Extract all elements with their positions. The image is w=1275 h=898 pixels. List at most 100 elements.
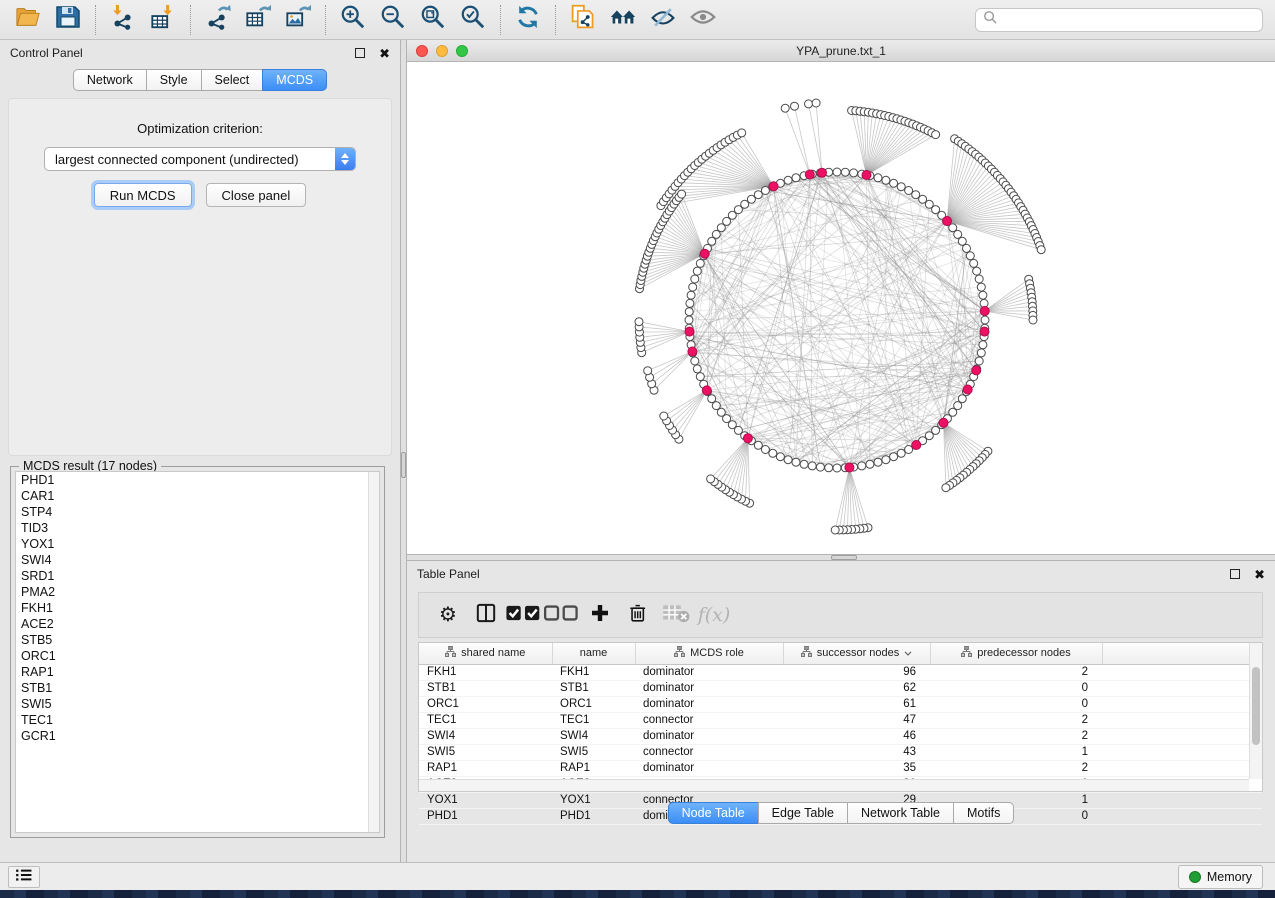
table-row[interactable]: RAP1RAP1dominator352 <box>419 760 1262 776</box>
close-panel-button[interactable]: Close panel <box>206 183 307 207</box>
mcds-node[interactable] <box>685 327 694 336</box>
float-table-panel-icon[interactable] <box>1230 569 1240 579</box>
column-header-shared-name[interactable]: shared name <box>419 643 552 664</box>
mcds-node-item[interactable]: PMA2 <box>16 584 379 600</box>
mcds-node[interactable] <box>943 217 952 226</box>
mcds-node-item[interactable]: ORC1 <box>16 648 379 664</box>
network-canvas[interactable] <box>407 62 1275 554</box>
mcds-node[interactable] <box>702 386 711 395</box>
tab-node-table[interactable]: Node Table <box>668 802 759 824</box>
leaf-node[interactable] <box>781 104 789 112</box>
settings-gear-button[interactable]: ⚙ <box>429 597 467 633</box>
column-header-successor-nodes[interactable]: successor nodes <box>783 643 930 664</box>
network-node[interactable] <box>874 174 882 182</box>
network-node[interactable] <box>882 176 890 184</box>
leaf-node[interactable] <box>812 99 820 107</box>
column-menu-chevron-icon[interactable] <box>904 647 912 659</box>
network-node[interactable] <box>708 395 716 403</box>
tab-motifs[interactable]: Motifs <box>953 802 1014 824</box>
horizontal-splitter-handle[interactable] <box>831 555 857 560</box>
network-node[interactable] <box>966 252 974 260</box>
mcds-result-list[interactable]: PHD1CAR1STP4TID3YOX1SWI4SRD1PMA2FKH1ACE2… <box>15 471 380 833</box>
tab-network-table[interactable]: Network Table <box>847 802 954 824</box>
mcds-node-item[interactable]: STB1 <box>16 680 379 696</box>
network-node[interactable] <box>754 191 762 199</box>
network-node[interactable] <box>897 449 905 457</box>
network-node[interactable] <box>979 291 987 299</box>
mcds-node[interactable] <box>980 307 989 316</box>
network-node[interactable] <box>784 456 792 464</box>
tab-style[interactable]: Style <box>146 69 202 91</box>
zoom-in-button[interactable] <box>333 4 373 36</box>
network-node[interactable] <box>691 357 699 365</box>
show-all-button[interactable] <box>683 4 723 36</box>
mcds-node-item[interactable]: TID3 <box>16 520 379 536</box>
mcds-node-item[interactable]: GCR1 <box>16 728 379 744</box>
network-node[interactable] <box>833 168 841 176</box>
search-field[interactable] <box>975 8 1263 32</box>
criterion-dropdown[interactable]: largest connected component (undirected) <box>44 147 356 171</box>
network-node[interactable] <box>905 446 913 454</box>
tab-select[interactable]: Select <box>201 69 264 91</box>
network-node[interactable] <box>841 168 849 176</box>
network-node[interactable] <box>905 187 913 195</box>
network-graph[interactable] <box>407 62 1275 554</box>
network-node[interactable] <box>979 341 987 349</box>
mcds-list-scrollbar[interactable] <box>368 472 379 832</box>
network-node[interactable] <box>693 267 701 275</box>
table-horizontal-scrollbar[interactable] <box>419 779 1249 791</box>
mcds-node[interactable] <box>805 170 814 179</box>
leaf-node[interactable] <box>942 484 950 492</box>
table-row[interactable]: ORC1ORC1dominator610 <box>419 696 1262 712</box>
network-node[interactable] <box>977 283 985 291</box>
vertical-splitter-handle[interactable] <box>401 452 406 478</box>
memory-button[interactable]: Memory <box>1178 865 1263 889</box>
mcds-node[interactable] <box>912 441 921 450</box>
float-panel-icon[interactable] <box>355 48 365 58</box>
network-node[interactable] <box>858 462 866 470</box>
task-history-button[interactable] <box>8 866 40 888</box>
network-node[interactable] <box>882 456 890 464</box>
mcds-node-item[interactable]: SWI5 <box>16 696 379 712</box>
network-node[interactable] <box>776 453 784 461</box>
import-table-button[interactable] <box>143 4 183 36</box>
network-node[interactable] <box>874 458 882 466</box>
mcds-node[interactable] <box>700 249 709 258</box>
network-node[interactable] <box>761 187 769 195</box>
mcds-node-item[interactable]: FKH1 <box>16 600 379 616</box>
mcds-node-item[interactable]: SRD1 <box>16 568 379 584</box>
mcds-node[interactable] <box>769 182 778 191</box>
network-node[interactable] <box>792 174 800 182</box>
network-node[interactable] <box>761 446 769 454</box>
column-header-MCDS-role[interactable]: MCDS role <box>635 643 783 664</box>
mcds-node[interactable] <box>845 463 854 472</box>
table-row[interactable]: TEC1TEC1connector472 <box>419 712 1262 728</box>
open-file-button[interactable] <box>8 4 48 36</box>
mcds-node-item[interactable]: STP4 <box>16 504 379 520</box>
mcds-node-item[interactable]: RAP1 <box>16 664 379 680</box>
table-vertical-scrollbar[interactable] <box>1249 643 1262 779</box>
network-node[interactable] <box>981 316 989 324</box>
mcds-node-item[interactable]: CAR1 <box>16 488 379 504</box>
column-header-name[interactable]: name <box>552 643 635 664</box>
network-node[interactable] <box>696 259 704 267</box>
network-node[interactable] <box>866 460 874 468</box>
mcds-node[interactable] <box>743 434 752 443</box>
leaf-node[interactable] <box>1029 316 1037 324</box>
leaf-node[interactable] <box>791 102 799 110</box>
network-node[interactable] <box>850 169 858 177</box>
select-all-checkboxes-button[interactable] <box>505 597 543 633</box>
export-network-button[interactable] <box>198 4 238 36</box>
network-node[interactable] <box>833 464 841 472</box>
mcds-node[interactable] <box>818 168 827 177</box>
mcds-node-item[interactable]: SWI4 <box>16 552 379 568</box>
network-node[interactable] <box>792 458 800 466</box>
tab-network[interactable]: Network <box>73 69 147 91</box>
refresh-view-button[interactable] <box>508 4 548 36</box>
search-input[interactable] <box>998 9 1262 31</box>
zoom-selected-button[interactable] <box>453 4 493 36</box>
hide-selected-button[interactable] <box>643 4 683 36</box>
network-node[interactable] <box>816 463 824 471</box>
table-row[interactable]: SWI5SWI5connector431 <box>419 744 1262 760</box>
network-node[interactable] <box>685 308 693 316</box>
